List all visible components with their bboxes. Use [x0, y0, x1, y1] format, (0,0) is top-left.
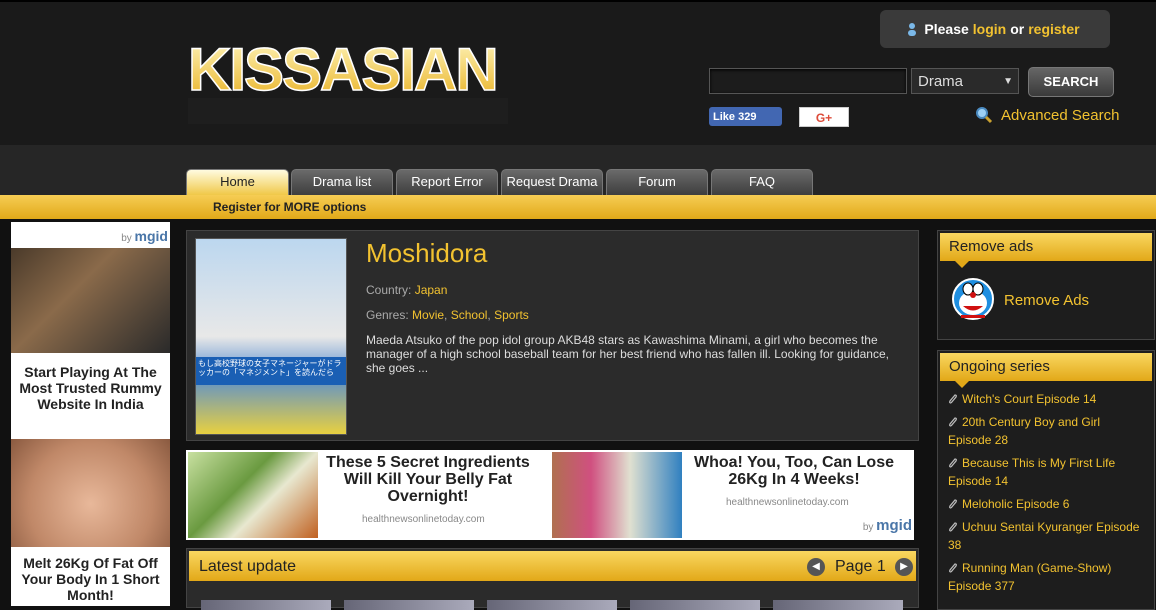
ad-title[interactable]: Whoa! You, Too, Can Lose 26Kg In 4 Weeks… [686, 454, 902, 488]
country-label: Country: [366, 283, 412, 297]
advanced-search-label: Advanced Search [1001, 106, 1120, 124]
google-plus-button[interactable]: G+ [799, 107, 849, 127]
drama-poster[interactable]: もし高校野球の女子マネージャーがドラッカーの「マネジメント」を読んだら [195, 238, 347, 435]
series-link[interactable]: Uchuu Sentai Kyuranger Episode 38 [948, 518, 1144, 554]
drama-description: Maeda Atsuko of the pop idol group AKB48… [366, 333, 889, 375]
drama-country: Country: Japan [366, 283, 447, 297]
ad-source: healthnewsonlinetoday.com [362, 514, 485, 525]
login-panel: Please login or register [880, 10, 1110, 48]
mgid-logo: mgid [876, 517, 912, 534]
search-input[interactable] [709, 68, 907, 94]
search-button[interactable]: SEARCH [1028, 67, 1114, 97]
genre-link[interactable]: Movie [412, 308, 444, 322]
drama-genres: Genres: Movie, School, Sports [366, 308, 529, 322]
country-link[interactable]: Japan [415, 283, 448, 297]
series-link[interactable]: Meloholic Episode 6 [948, 495, 1144, 513]
facebook-like-count: 329 [738, 110, 757, 123]
paperclip-icon [949, 458, 957, 468]
facebook-like-label: Like [713, 110, 736, 123]
sub-nav-bar: Register for MORE options [0, 195, 1156, 219]
genre-link[interactable]: Sports [494, 308, 529, 322]
ongoing-series-panel: Ongoing series Witch's Court Episode 14 … [937, 350, 1155, 610]
poster-caption: もし高校野球の女子マネージャーがドラッカーの「マネジメント」を読んだら [196, 357, 346, 385]
latest-update-title: Latest update [199, 558, 296, 575]
search-type-value: Drama [918, 73, 964, 90]
ongoing-series-header: Ongoing series [940, 353, 1152, 388]
drama-title[interactable]: Moshidora [366, 238, 487, 269]
series-link[interactable]: 20th Century Boy and Girl Episode 28 [948, 413, 1144, 449]
ad-network-label: by mgid [862, 517, 912, 534]
genre-link[interactable]: School [451, 308, 488, 322]
tab-faq[interactable]: FAQ [711, 169, 813, 195]
paperclip-icon [949, 563, 957, 573]
remove-ads-link[interactable]: Remove Ads [1004, 292, 1089, 309]
register-link[interactable]: register [1028, 21, 1079, 37]
paperclip-icon [949, 499, 957, 509]
paperclip-icon [949, 394, 957, 404]
middle-ad-banner: These 5 Secret Ingredients Will Kill You… [186, 450, 914, 540]
ad-source: healthnewsonlinetoday.com [726, 497, 849, 508]
ad-title[interactable]: These 5 Secret Ingredients Will Kill You… [320, 454, 536, 505]
paperclip-icon [949, 522, 957, 532]
latest-thumbnail[interactable] [201, 600, 331, 610]
ad-image[interactable] [11, 439, 170, 547]
remove-ads-panel: Remove ads Remove Ads [937, 230, 1155, 340]
remove-ads-header: Remove ads [940, 233, 1152, 268]
mgid-logo: mgid [134, 228, 168, 244]
tab-report-error[interactable]: Report Error [396, 169, 498, 195]
login-prefix: Please [924, 21, 969, 37]
ad-image[interactable] [11, 248, 170, 353]
next-page-arrow-icon[interactable]: ▶ [895, 558, 913, 576]
tab-home[interactable]: Home [186, 169, 289, 195]
series-link[interactable]: Witch's Court Episode 14 [948, 390, 1144, 408]
login-or: or [1010, 21, 1025, 37]
series-link[interactable]: Running Man (Game-Show) Episode 377 [948, 559, 1144, 595]
register-prompt[interactable]: Register for MORE options [213, 200, 366, 214]
login-link[interactable]: login [973, 21, 1006, 37]
search-type-select[interactable]: Drama ▼ [911, 68, 1019, 94]
advanced-search-link[interactable]: Advanced Search [975, 106, 1119, 124]
series-link[interactable]: Because This is My First Life Episode 14 [948, 454, 1144, 490]
latest-update-header: Latest update ◀ Page 1 ▶ [189, 551, 916, 581]
svg-text:KISSASIAN: KISSASIAN [188, 36, 497, 103]
page-indicator: Page 1 [835, 558, 886, 575]
kissasian-logo[interactable]: KISSASIAN [188, 32, 508, 124]
tab-drama-list[interactable]: Drama list [291, 169, 393, 195]
tab-forum[interactable]: Forum [606, 169, 708, 195]
latest-thumbnail[interactable] [773, 600, 903, 610]
ad-image[interactable] [188, 452, 318, 538]
doraemon-icon[interactable] [951, 277, 995, 321]
facebook-like-button[interactable]: Like 329 [709, 107, 782, 171]
latest-thumbnail[interactable] [487, 600, 617, 610]
left-ad-panel: by mgid Start Playing At The Most Truste… [11, 222, 170, 606]
prev-page-arrow-icon[interactable]: ◀ [807, 558, 825, 576]
paperclip-icon [949, 417, 957, 427]
user-icon [908, 23, 917, 36]
latest-thumbnail[interactable] [630, 600, 760, 610]
ad-title[interactable]: Start Playing At The Most Trusted Rummy … [15, 364, 166, 412]
ad-image[interactable] [552, 452, 682, 538]
chevron-down-icon: ▼ [1003, 76, 1013, 87]
latest-update-panel: Latest update ◀ Page 1 ▶ [186, 548, 919, 610]
ad-title[interactable]: Melt 26Kg Of Fat Off Your Body In 1 Shor… [15, 555, 166, 603]
ad-network-label: by mgid [121, 228, 168, 244]
magnifier-icon [976, 107, 993, 124]
latest-thumbnail[interactable] [344, 600, 474, 610]
genres-label: Genres: [366, 308, 409, 322]
tab-request-drama[interactable]: Request Drama [501, 169, 603, 195]
